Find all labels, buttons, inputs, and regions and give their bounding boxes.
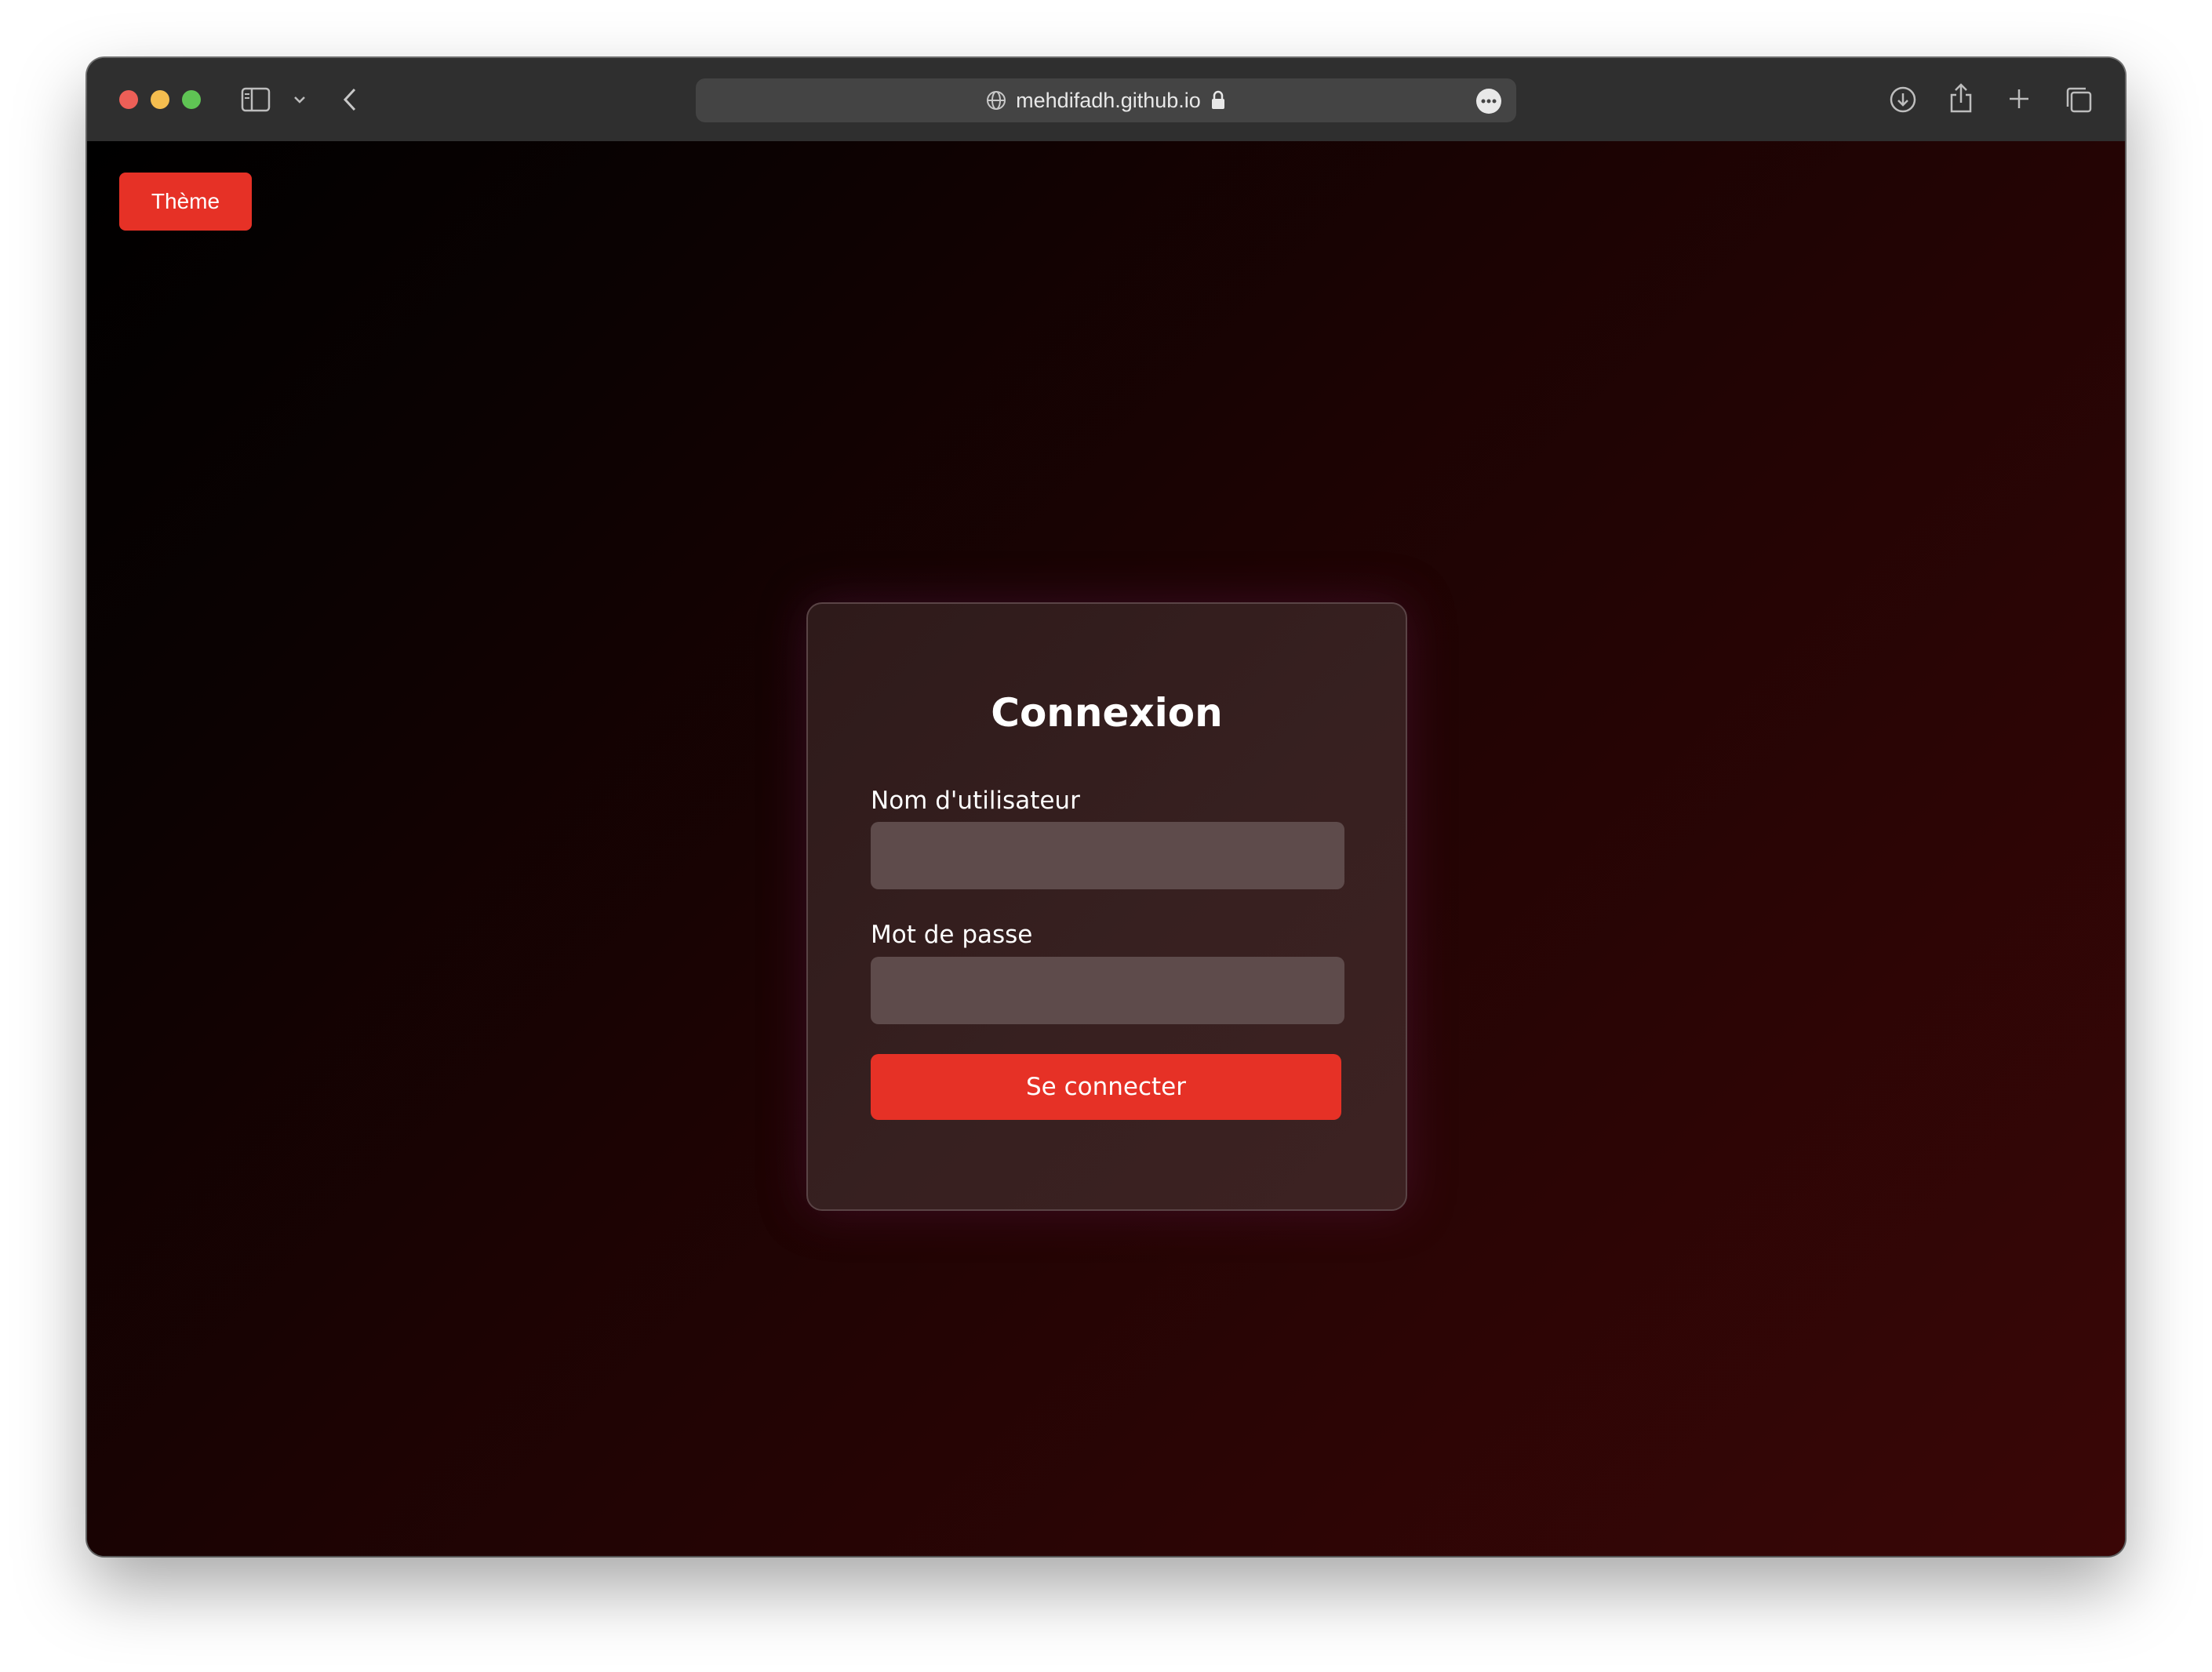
close-window-button[interactable]: [119, 90, 138, 109]
address-url: mehdifadh.github.io: [1016, 88, 1201, 112]
password-input[interactable]: [871, 957, 1344, 1024]
sidebar-icon[interactable]: [240, 85, 271, 114]
tabs-icon[interactable]: [2064, 85, 2094, 114]
username-label: Nom d'utilisateur: [871, 787, 1080, 815]
more-icon[interactable]: [1475, 88, 1502, 114]
lock-icon: [1210, 90, 1226, 111]
browser-window: mehdifadh.github.io Thème Connexion Nom …: [87, 58, 2125, 1556]
chevron-down-icon[interactable]: [291, 92, 308, 107]
browser-toolbar: mehdifadh.github.io: [87, 58, 2125, 143]
address-bar[interactable]: mehdifadh.github.io: [696, 78, 1516, 122]
page-content: Thème Connexion Nom d'utilisateur Mot de…: [87, 141, 2125, 1556]
globe-icon: [986, 90, 1006, 111]
login-card: Connexion Nom d'utilisateur Mot de passe…: [806, 602, 1407, 1211]
username-input[interactable]: [871, 822, 1344, 889]
theme-button[interactable]: Thème: [119, 173, 252, 231]
share-icon[interactable]: [1947, 82, 1975, 114]
login-submit-button[interactable]: Se connecter: [871, 1054, 1341, 1120]
password-label: Mot de passe: [871, 921, 1033, 949]
minimize-window-button[interactable]: [151, 90, 169, 109]
download-icon[interactable]: [1888, 85, 1918, 114]
login-title: Connexion: [991, 690, 1223, 736]
zoom-window-button[interactable]: [182, 90, 201, 109]
back-icon[interactable]: [340, 86, 360, 113]
new-tab-icon[interactable]: [2006, 85, 2032, 112]
